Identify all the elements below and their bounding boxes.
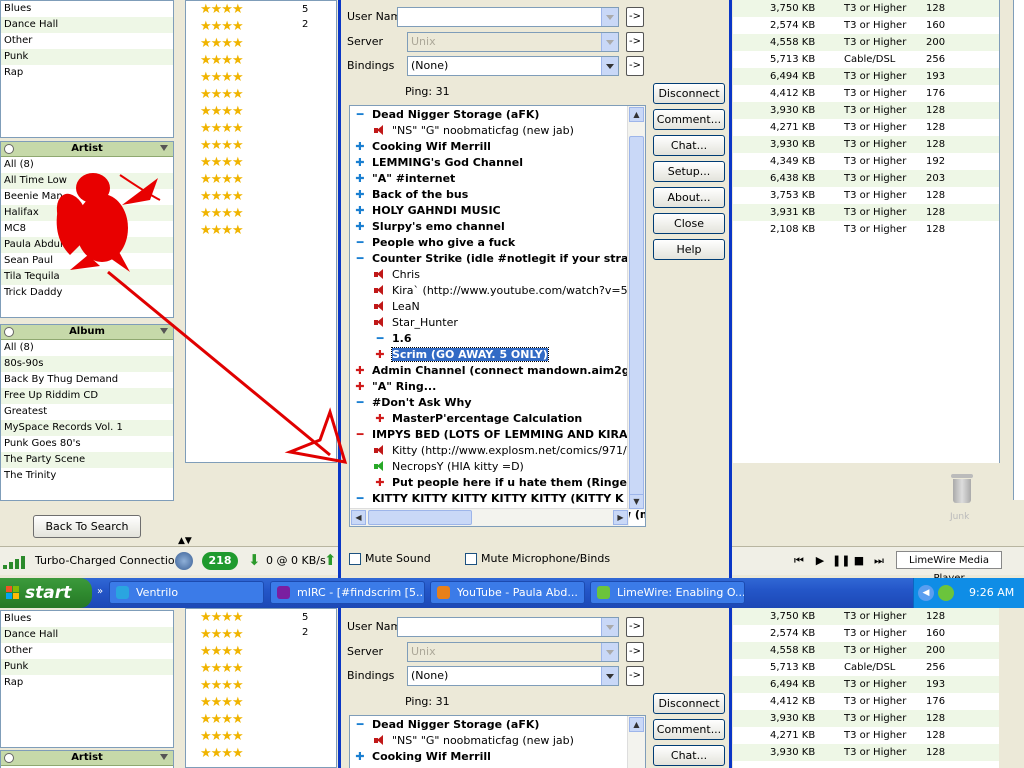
taskbar-item-label: LimeWire: Enabling O... — [617, 586, 745, 599]
cupid-icon — [56, 173, 158, 272]
genre-item[interactable]: Punk — [1, 659, 173, 675]
rating-stars-icon: ★★★★ — [200, 729, 244, 744]
connection-speed: T3 or Higher — [844, 730, 907, 741]
connection-speed: T3 or Higher — [844, 696, 907, 707]
bitrate: 200 — [926, 645, 946, 656]
tray-expand-icon[interactable]: ◀ — [918, 585, 934, 601]
rating-stars-icon: ★★★★ — [200, 610, 244, 625]
rating-stars-icon: ★★★★ — [200, 627, 244, 642]
genre-item[interactable]: Dance Hall — [1, 627, 173, 643]
connection-speed: T3 or Higher — [844, 713, 907, 724]
table-row[interactable]: 5,713 KB Cable/DSL 256 — [733, 659, 999, 676]
genre-item[interactable]: Rap — [1, 675, 173, 691]
taskbar-item[interactable]: YouTube - Paula Abd... — [430, 581, 585, 604]
bitrate: 176 — [926, 696, 946, 707]
arrow-line — [107, 270, 331, 457]
bitrate: 193 — [926, 679, 946, 690]
file-size: 6,494 KB — [770, 679, 816, 690]
genre-item[interactable]: Blues — [1, 611, 173, 627]
windows-logo-icon — [6, 586, 20, 600]
file-size: 3,930 KB — [770, 747, 816, 758]
connection-speed: T3 or Higher — [844, 747, 907, 758]
connection-speed: Cable/DSL — [844, 662, 896, 673]
connection-speed: T3 or Higher — [844, 679, 907, 690]
file-size: 3,750 KB — [770, 611, 816, 622]
bitrate: 128 — [926, 730, 946, 741]
table-row[interactable]: 6,494 KB T3 or Higher 193 — [733, 676, 999, 693]
table-row[interactable]: 4,271 KB T3 or Higher 128 — [733, 727, 999, 744]
rating-stars-icon: ★★★★ — [200, 678, 244, 693]
taskbar-item[interactable]: mIRC - [#findscrim [5... — [270, 581, 425, 604]
firefox-icon — [437, 586, 450, 599]
connection-speed: T3 or Higher — [844, 645, 907, 656]
rating-stars-icon: ★★★★ — [200, 644, 244, 659]
genre-item[interactable]: Other — [1, 643, 173, 659]
rating-stars-icon: ★★★★ — [200, 712, 244, 727]
file-size: 2,574 KB — [770, 628, 816, 639]
limewire-icon — [597, 586, 610, 599]
taskbar-item[interactable]: Ventrilo — [109, 581, 264, 604]
results-table-duplicate: 3,750 KB T3 or Higher 128 2,574 KB T3 or Hig… — [733, 608, 999, 768]
start-button[interactable]: start — [0, 578, 92, 608]
bitrate: 128 — [926, 611, 946, 622]
results-rating-column-duplicate: 5 2 ★★★★ ★★★★ ★★★★ ★★★★ ★★★★ ★★★★ ★★★★ ★★★★ ★★★★ — [185, 608, 337, 768]
genre-list-duplicate: Blues Dance Hall Other Punk Rap — [0, 610, 174, 748]
file-size: 4,271 KB — [770, 730, 816, 741]
file-size: 4,412 KB — [770, 696, 816, 707]
file-size: 3,930 KB — [770, 713, 816, 724]
rating-stars-icon: ★★★★ — [200, 695, 244, 710]
ventrilo-icon — [116, 586, 129, 599]
rating-stars-icon: ★★★★ — [200, 661, 244, 676]
taskbar-item-label: Ventrilo — [136, 586, 179, 599]
mirc-icon — [277, 586, 290, 599]
table-row[interactable]: 3,750 KB T3 or Higher 128 — [733, 608, 999, 625]
taskbar-item[interactable]: LimeWire: Enabling O... — [590, 581, 745, 604]
bitrate: 256 — [926, 662, 946, 673]
table-row[interactable]: 4,558 KB T3 or Higher 200 — [733, 642, 999, 659]
ventrilo-window-duplicate: User Nam -> Server Unix -> Bindings (Non… — [338, 608, 732, 768]
bitrate: 128 — [926, 713, 946, 724]
tray-limewire-icon[interactable] — [938, 585, 954, 601]
taskbar-item-label: mIRC - [#findscrim [5... — [297, 586, 425, 599]
connection-speed: T3 or Higher — [844, 611, 907, 622]
table-row[interactable]: 3,930 KB T3 or Higher 128 — [733, 744, 999, 761]
arrow-head-icon — [284, 407, 348, 464]
taskbar-item-label: YouTube - Paula Abd... — [457, 586, 578, 599]
rating-stars-icon: ★★★★ — [200, 746, 244, 761]
clock[interactable]: 9:26 AM — [969, 586, 1014, 599]
taskbar: start » Ventrilo mIRC - [#findscrim [5...… — [0, 578, 1024, 608]
bitrate: 128 — [926, 747, 946, 758]
cupid-annotation — [56, 173, 348, 464]
system-tray: ◀ 9:26 AM — [913, 578, 1024, 608]
connection-speed: T3 or Higher — [844, 628, 907, 639]
table-row[interactable]: 2,574 KB T3 or Higher 160 — [733, 625, 999, 642]
tiled-duplicate-view: Blues Dance Hall Other Punk Rap Artist 5 2 ★… — [0, 608, 1024, 768]
file-size: 5,713 KB — [770, 662, 816, 673]
table-row[interactable]: 4,412 KB T3 or Higher 176 — [733, 693, 999, 710]
quicklaunch-chevron-icon[interactable]: » — [97, 586, 103, 597]
file-size: 4,558 KB — [770, 645, 816, 656]
bitrate: 160 — [926, 628, 946, 639]
artist-list-duplicate: Artist — [0, 750, 174, 768]
table-row[interactable]: 3,930 KB T3 or Higher 128 — [733, 710, 999, 727]
